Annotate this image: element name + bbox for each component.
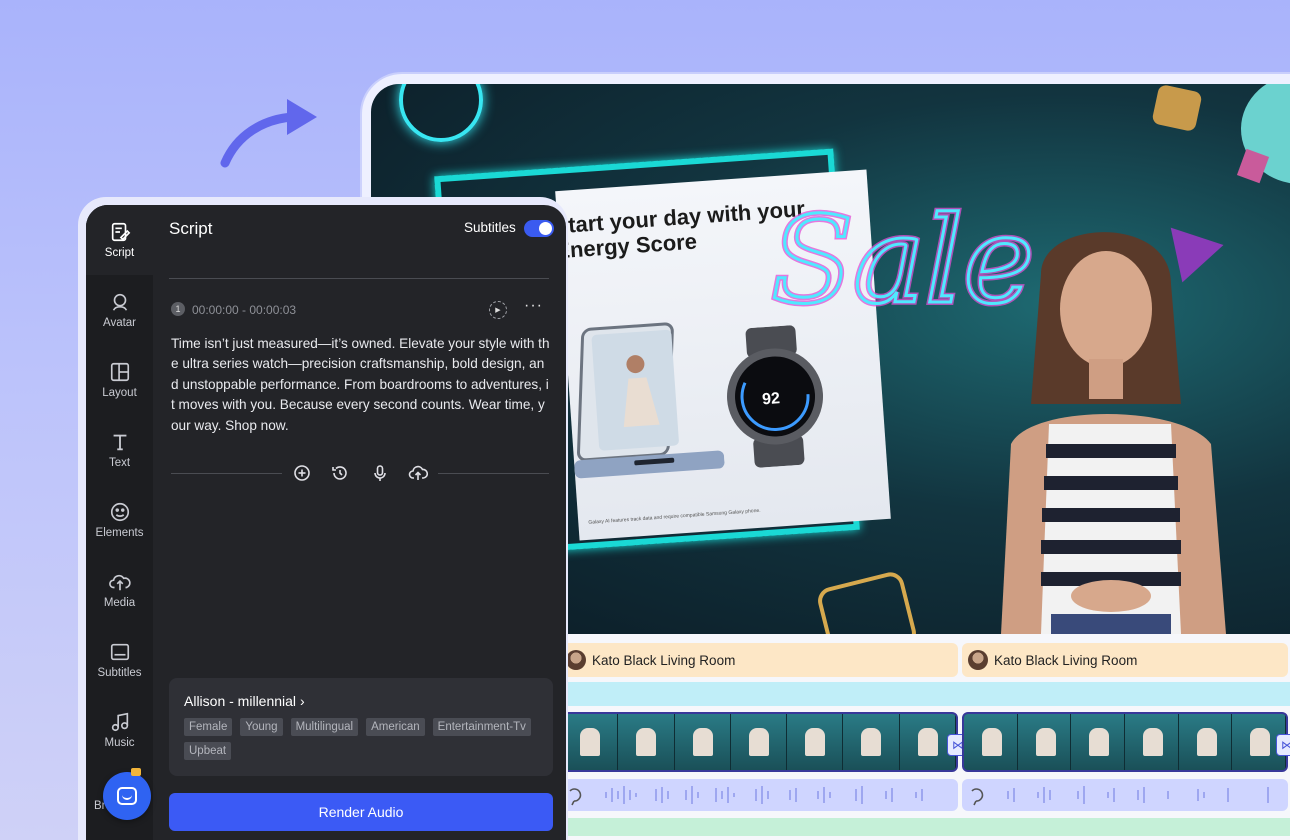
avatar-track-label: Kato Black Living Room: [592, 652, 736, 668]
voice-tag: Young: [240, 718, 283, 736]
rail-item-avatar[interactable]: Avatar: [86, 275, 153, 345]
subtitles-label: Subtitles: [464, 220, 516, 235]
rail-item-layout[interactable]: Layout: [86, 345, 153, 415]
divider: [171, 473, 282, 474]
chat-icon: [117, 787, 137, 805]
elements-icon: [110, 502, 129, 522]
subtitles-icon: [110, 643, 129, 661]
scene-clip-2[interactable]: [962, 712, 1288, 772]
timeline[interactable]: Kato Black Living Room Kato Black Living…: [560, 634, 1290, 840]
text-icon: [113, 434, 126, 451]
upload-audio-icon[interactable]: [408, 463, 429, 483]
avatar-track-label: Kato Black Living Room: [994, 652, 1138, 668]
segment-timestamp: 00:00:00 - 00:00:03: [192, 303, 297, 317]
voice-tag: American: [366, 718, 425, 736]
script-panel: Script Avatar Layout Text Elements Media…: [86, 205, 566, 840]
rail-item-text[interactable]: Text: [86, 415, 153, 485]
avatar-thumbnail: [968, 650, 988, 670]
avatar-thumbnail: [566, 650, 586, 670]
chevron-right-icon: ›: [299, 693, 305, 709]
microphone-icon[interactable]: [370, 463, 390, 483]
side-rail: Script Avatar Layout Text Elements Media…: [86, 205, 153, 840]
avatar-icon: [112, 293, 127, 311]
notification-chip: [131, 768, 141, 776]
audio-waveform: [971, 786, 1269, 806]
rail-item-elements[interactable]: Elements: [86, 485, 153, 555]
avatar-track-clip-2[interactable]: Kato Black Living Room: [962, 643, 1288, 677]
rail-item-media[interactable]: Media: [86, 555, 153, 625]
avatar-presenter[interactable]: [971, 214, 1261, 634]
voice-tags: Female Young Multilingual American Enter…: [184, 718, 544, 760]
add-segment-icon[interactable]: [292, 463, 312, 483]
render-audio-button[interactable]: Render Audio: [169, 793, 553, 831]
gold-square-decoration: [1151, 84, 1203, 133]
more-options-icon[interactable]: ···: [524, 297, 543, 315]
voice-tag: Multilingual: [290, 718, 359, 736]
speech-icon: [569, 788, 582, 806]
help-chat-button[interactable]: [103, 768, 151, 820]
gold-outline-decoration: [815, 569, 919, 634]
smartwatch-image: 92: [727, 325, 824, 468]
scene-clip-1[interactable]: [560, 712, 958, 772]
play-segment-icon[interactable]: ▶: [489, 301, 507, 319]
script-icon: [111, 222, 130, 242]
avatar-track-clip-1[interactable]: Kato Black Living Room: [560, 643, 958, 677]
history-icon[interactable]: [330, 463, 350, 483]
script-text-editor[interactable]: Time isn’t just measured—it’s owned. Ele…: [171, 334, 551, 436]
rail-item-subtitles[interactable]: Subtitles: [86, 625, 153, 695]
voice-tag: Upbeat: [184, 742, 232, 760]
segment-number-badge: 1: [171, 302, 185, 316]
voice-tag: Entertainment-Tv: [432, 718, 531, 736]
voice-tag: Female: [184, 718, 233, 736]
media-icon: [108, 574, 131, 591]
speech-icon: [971, 788, 984, 806]
voice-card[interactable]: Allison - millennial › Female Young Mult…: [169, 678, 553, 776]
audio-clip-1[interactable]: [560, 779, 958, 811]
divider: [438, 473, 549, 474]
watch-reading: 92: [762, 390, 781, 408]
transition-icon[interactable]: ⋈: [1276, 734, 1290, 756]
ad-fineprint: Galaxy AI features track data and requir…: [588, 507, 761, 526]
subtitles-toggle[interactable]: [524, 220, 554, 237]
foldable-phone-image: [574, 322, 725, 479]
divider: [169, 278, 549, 279]
voice-name[interactable]: Allison - millennial ›: [184, 693, 305, 709]
layout-icon: [110, 362, 129, 382]
rail-item-script[interactable]: Script: [86, 205, 153, 275]
audio-waveform: [569, 786, 923, 806]
background-track[interactable]: [560, 682, 1290, 706]
panel-title: Script: [169, 219, 213, 238]
curved-arrow-graphic: [220, 99, 317, 168]
rail-item-music[interactable]: Music: [86, 695, 153, 765]
music-track[interactable]: [560, 818, 1290, 836]
audio-clip-2[interactable]: [962, 779, 1288, 811]
neon-circle-decoration: [399, 84, 483, 142]
music-icon: [111, 712, 128, 732]
